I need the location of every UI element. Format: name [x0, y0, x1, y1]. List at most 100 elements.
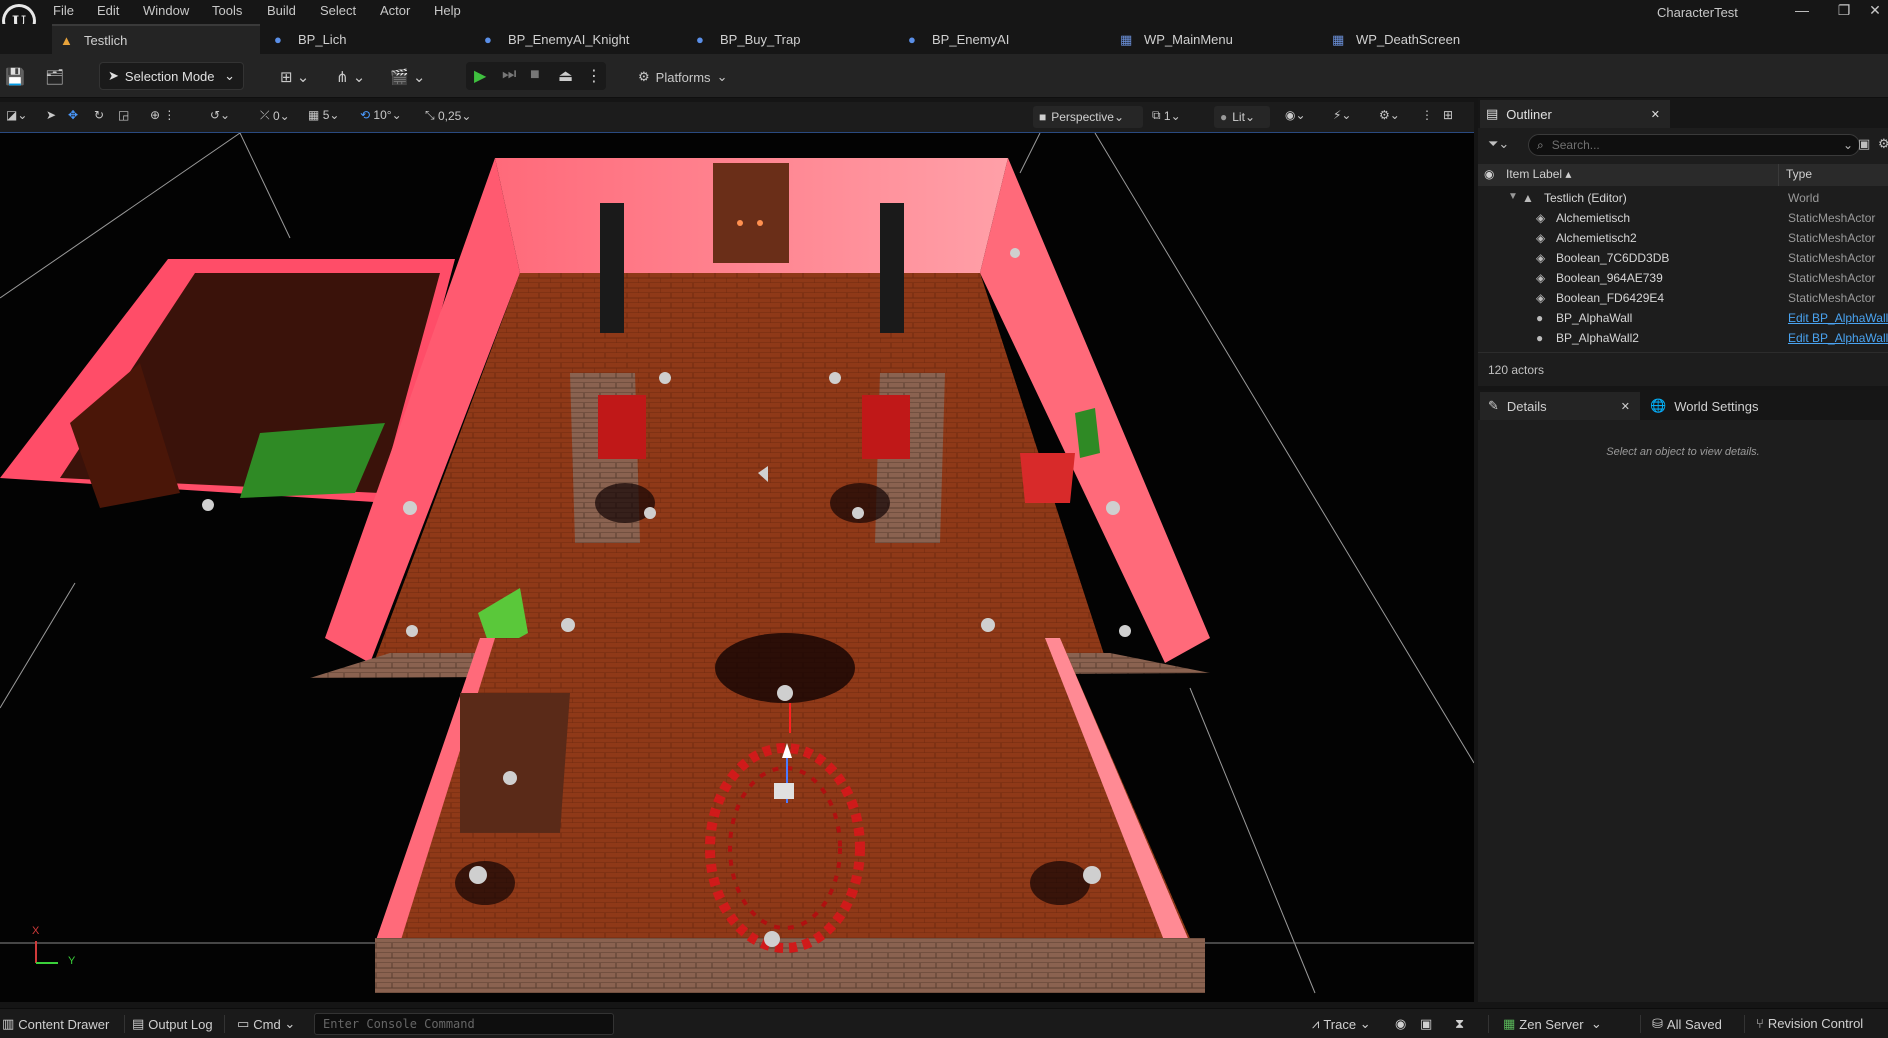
level-viewport[interactable]: X Y — [0, 132, 1474, 1002]
outliner-search-input[interactable]: ⌕ Search... ⌄ — [1528, 134, 1860, 156]
snap-icon: ⤫ — [260, 108, 270, 122]
tab-bp-enemyai-knight[interactable]: ● BP_EnemyAI_Knight — [484, 24, 674, 54]
layout-icon[interactable]: ⊞ — [1443, 108, 1453, 122]
filter-icon[interactable]: ⏷⌄ — [1488, 136, 1509, 152]
surface-snap-icon[interactable]: ↺⌄ — [210, 108, 230, 122]
settings-gear-icon[interactable]: ⚙ — [1878, 136, 1888, 152]
tab-wp-mainmenu[interactable]: ▦ WP_MainMenu — [1120, 24, 1310, 54]
menu-edit[interactable]: Edit — [97, 3, 119, 18]
outliner-row-world[interactable]: ▼ ▲ Testlich (Editor) World — [1478, 188, 1888, 208]
tab-bp-buy-trap[interactable]: ● BP_Buy_Trap — [696, 24, 886, 54]
column-divider[interactable] — [1778, 164, 1779, 186]
grid-snap-toggle[interactable]: ▦ 5 ⌄ — [308, 108, 339, 122]
tab-bp-enemyai[interactable]: ● BP_EnemyAI — [908, 24, 1098, 54]
expand-arrow-icon[interactable]: ▼ — [1508, 191, 1518, 202]
step-icon[interactable]: ⏭ — [502, 66, 516, 84]
content-drawer-button[interactable]: ▥ Content Drawer — [2, 1016, 109, 1032]
tab-outliner[interactable]: ▤ Outliner ✕ — [1480, 100, 1670, 128]
close-icon[interactable]: ✕ — [1621, 400, 1630, 413]
menu-window[interactable]: Window — [143, 3, 189, 18]
perspective-dropdown[interactable]: ■ Perspective ⌄ — [1033, 106, 1143, 128]
record-icon[interactable]: ◉ — [1395, 1016, 1406, 1032]
search-icon: ⌕ — [1537, 137, 1544, 152]
scale-snap-icon: ⤡ — [425, 108, 435, 122]
rotation-snap-toggle[interactable]: ⤫ 0 ⌄ — [260, 108, 290, 123]
performance-icon[interactable]: ⚡⌄ — [1333, 108, 1351, 122]
column-type[interactable]: Type — [1786, 167, 1812, 181]
stop-icon[interactable]: ■ — [530, 66, 540, 84]
divider — [124, 1015, 125, 1033]
menu-help[interactable]: Help — [434, 3, 461, 18]
blueprint-menu-icon[interactable]: ⋔ ⌄ — [336, 63, 365, 91]
camera-speed-toggle[interactable]: ⧉ 1 ⌄ — [1152, 108, 1181, 123]
menu-file[interactable]: File — [53, 3, 74, 18]
minimize-button[interactable]: — — [1787, 2, 1817, 18]
show-flags-icon[interactable]: ◉⌄ — [1285, 108, 1306, 122]
tab-testlich[interactable]: ▲ Testlich — [52, 24, 260, 54]
all-saved-button[interactable]: ⛁ All Saved — [1652, 1016, 1722, 1032]
restore-button[interactable]: ❐ — [1829, 2, 1859, 19]
divider — [1744, 1015, 1745, 1033]
item-label: Alchemietisch — [1556, 211, 1631, 225]
hourglass-icon[interactable]: ⧗ — [1455, 1016, 1464, 1032]
column-item-label[interactable]: Item Label ▴ — [1506, 167, 1571, 181]
play-icon[interactable]: ▶ — [474, 66, 486, 86]
tab-details[interactable]: ✎ Details ✕ — [1480, 392, 1640, 420]
outliner-row[interactable]: ● BP_AlphaWall2 Edit BP_AlphaWall — [1478, 328, 1888, 348]
outliner-row[interactable]: ◈ Boolean_FD6429E4 StaticMeshActor — [1478, 288, 1888, 308]
screenshot-icon[interactable]: ▣ — [1420, 1016, 1432, 1032]
selection-mode-dropdown[interactable]: ➤ Selection Mode ⌄ — [99, 62, 244, 90]
viewport-toolbar: ◪⌄ ➤ ✥ ↻ ◲ ⊕ ⋮ ↺⌄ ⤫ 0 ⌄ ▦ 5 ⌄ ⟲ 10° ⌄ ⤡ 0,2… — [0, 102, 1474, 132]
close-icon[interactable]: ✕ — [1651, 108, 1660, 121]
tab-world-settings[interactable]: 🌐 World Settings — [1642, 392, 1822, 420]
revision-control-icon: ⑂ — [1756, 1016, 1764, 1031]
lighting-dropdown[interactable]: ● Lit ⌄ — [1214, 106, 1270, 128]
outliner-row[interactable]: ◈ Boolean_7C6DD3DB StaticMeshActor — [1478, 248, 1888, 268]
more-vertical-icon[interactable]: ⋮ — [1421, 108, 1433, 122]
menu-actor[interactable]: Actor — [380, 3, 410, 18]
world-space-icon[interactable]: ⊕ ⋮ — [150, 108, 175, 122]
browse-icon[interactable]: 🗂 — [45, 63, 64, 91]
cmd-dropdown[interactable]: ▭ Cmd ⌄ — [237, 1016, 295, 1032]
rotate-tool-icon[interactable]: ↻ — [94, 108, 104, 122]
item-label: Boolean_7C6DD3DB — [1556, 251, 1670, 265]
save-icon[interactable]: 💾 — [5, 63, 25, 91]
edit-blueprint-link[interactable]: Edit BP_AlphaWall — [1788, 331, 1888, 345]
outliner-row[interactable]: ◈ Alchemietisch StaticMeshActor — [1478, 208, 1888, 228]
viewport-options-icon[interactable]: ◪⌄ — [6, 108, 27, 122]
zen-server-dropdown[interactable]: ▦ Zen Server ⌄ — [1503, 1016, 1602, 1032]
outliner-row[interactable]: ◈ Boolean_964AE739 StaticMeshActor — [1478, 268, 1888, 288]
tab-bp-lich[interactable]: ● BP_Lich — [274, 24, 464, 54]
outliner-tab-strip: ▤ Outliner ✕ — [1478, 98, 1888, 128]
scale-snap-toggle[interactable]: ⤡ 0,25 ⌄ — [425, 108, 471, 123]
platforms-button[interactable]: ⚙ Platforms ⌄ — [638, 63, 727, 91]
item-label: BP_AlphaWall2 — [1556, 331, 1639, 345]
settings-gear-icon[interactable]: ⚙⌄ — [1379, 108, 1400, 122]
tab-wp-deathscreen[interactable]: ▦ WP_DeathScreen — [1332, 24, 1522, 54]
eject-icon[interactable]: ⏏ — [558, 66, 573, 86]
select-tool-icon[interactable]: ➤ — [46, 108, 56, 122]
menu-tools[interactable]: Tools — [212, 3, 242, 18]
angle-snap-value: 10° — [373, 108, 392, 122]
add-folder-icon[interactable]: ▣ — [1858, 136, 1870, 152]
angle-snap-toggle[interactable]: ⟲ 10° ⌄ — [360, 108, 402, 122]
menu-select[interactable]: Select — [320, 3, 356, 18]
trace-dropdown[interactable]: ⩘ Trace ⌄ — [1312, 1016, 1371, 1032]
menu-build[interactable]: Build — [267, 3, 296, 18]
revision-control-button[interactable]: ⑂ Revision Control — [1756, 1016, 1863, 1031]
cinematics-icon[interactable]: 🎬 ⌄ — [390, 63, 425, 91]
terminal-icon: ▭ — [237, 1016, 250, 1031]
scale-tool-icon[interactable]: ◲ — [118, 108, 129, 122]
platforms-label: Platforms — [655, 69, 711, 85]
translate-tool-icon[interactable]: ✥ — [68, 108, 78, 122]
output-log-button[interactable]: ▤ Output Log — [132, 1016, 213, 1032]
outliner-row[interactable]: ◈ Alchemietisch2 StaticMeshActor — [1478, 228, 1888, 248]
outliner-row[interactable]: ● BP_AlphaWall Edit BP_AlphaWall — [1478, 308, 1888, 328]
add-actor-icon[interactable]: ⊞ ⌄ — [280, 63, 309, 91]
edit-blueprint-link[interactable]: Edit BP_AlphaWall — [1788, 311, 1888, 325]
visibility-eye-icon[interactable]: ◉ — [1484, 167, 1494, 181]
close-window-button[interactable]: ✕ — [1860, 2, 1888, 19]
static-mesh-icon: ◈ — [1536, 211, 1546, 225]
more-options-icon[interactable]: ⋮ — [586, 66, 602, 86]
console-command-input[interactable]: Enter Console Command — [314, 1013, 614, 1035]
